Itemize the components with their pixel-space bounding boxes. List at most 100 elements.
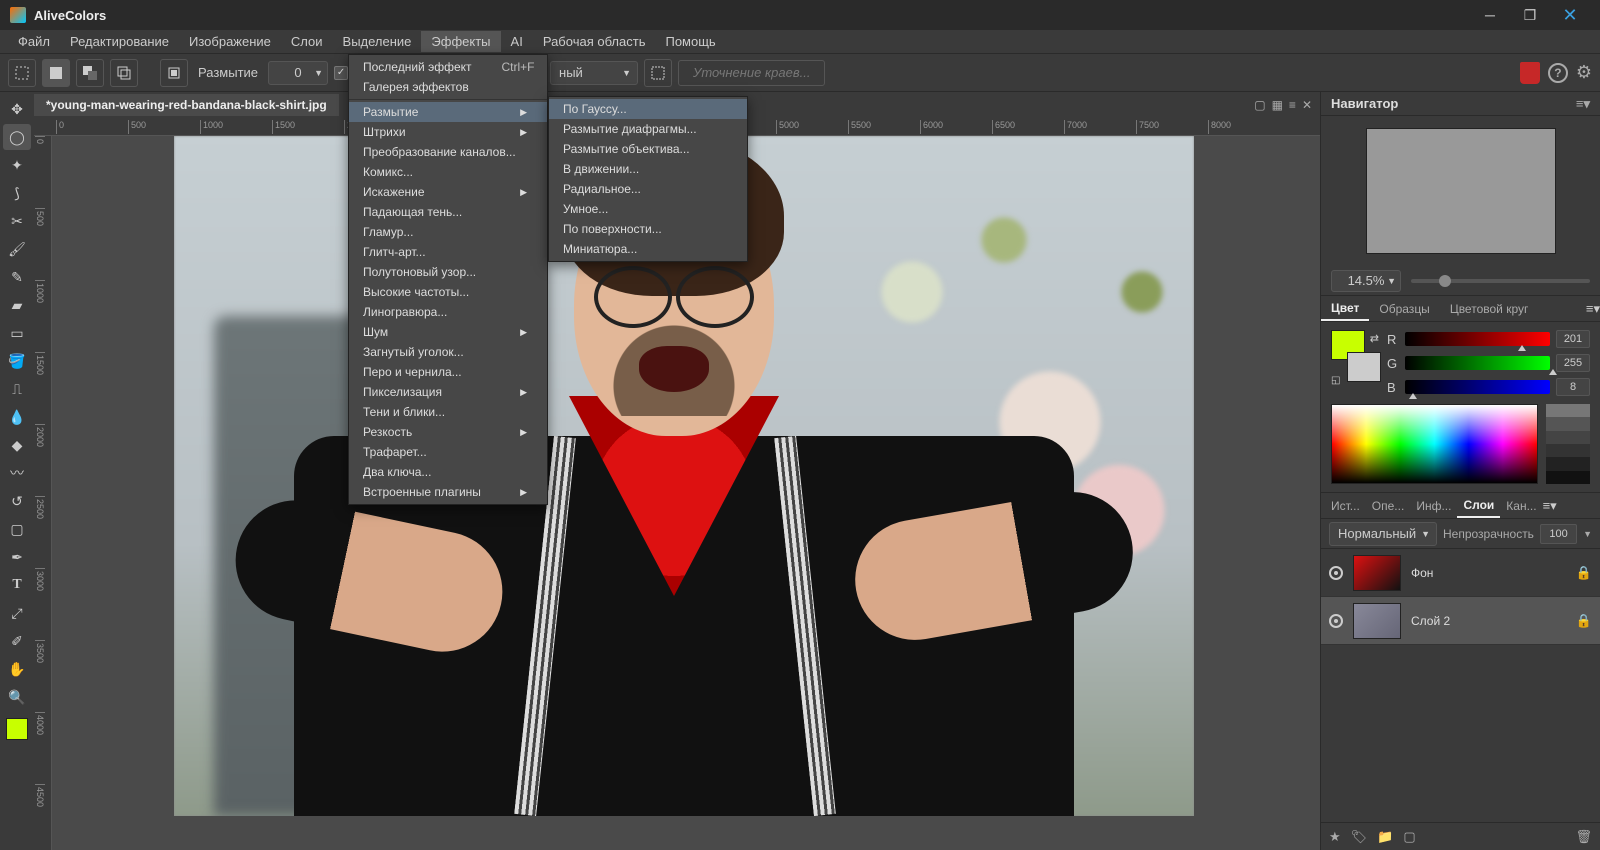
menu-помощь[interactable]: Помощь xyxy=(655,31,725,52)
pencil-tool-icon[interactable]: ✎ xyxy=(3,264,31,290)
menu-item[interactable]: Перо и чернила... xyxy=(349,362,547,382)
menu-item[interactable]: Гламур... xyxy=(349,222,547,242)
doc-view-list-icon[interactable]: ≡ xyxy=(1289,98,1296,112)
layer-visibility-icon[interactable] xyxy=(1329,614,1343,628)
menu-item[interactable]: Линогравюра... xyxy=(349,302,547,322)
bucket-tool-icon[interactable]: 🪣 xyxy=(3,348,31,374)
menu-item[interactable]: Глитч-арт... xyxy=(349,242,547,262)
default-colors-icon[interactable]: ◱ xyxy=(1331,375,1340,386)
panel-menu-icon[interactable]: ≡▾ xyxy=(1543,498,1557,514)
color-spectrum[interactable] xyxy=(1331,404,1538,484)
menu-item[interactable]: Падающая тень... xyxy=(349,202,547,222)
gradient-tool-icon[interactable]: ▭ xyxy=(3,320,31,346)
layer-new-icon[interactable]: ▢ xyxy=(1403,829,1415,845)
zoom-value-field[interactable]: 14.5%▼ xyxy=(1331,270,1401,292)
menu-item[interactable]: Искажение▶ xyxy=(349,182,547,202)
lock-icon[interactable]: 🔒 xyxy=(1576,613,1592,629)
menu-выделение[interactable]: Выделение xyxy=(333,31,422,52)
doc-view-grid-icon[interactable]: ▦ xyxy=(1272,98,1283,112)
zoom-tool-icon[interactable]: 🔍 xyxy=(3,684,31,710)
window-maximize-button[interactable]: ❐ xyxy=(1510,0,1550,30)
layers-tab[interactable]: Кан... xyxy=(1500,495,1542,517)
menu-эффекты[interactable]: Эффекты xyxy=(421,31,500,52)
checkbox-option[interactable]: ✓ xyxy=(334,66,348,80)
selection-subtract-icon[interactable] xyxy=(76,59,104,87)
menu-item[interactable]: Последний эффектCtrl+F xyxy=(349,57,547,77)
color-tab[interactable]: Цвет xyxy=(1321,297,1369,321)
swap-colors-icon[interactable]: ⇄ xyxy=(1370,332,1379,345)
blend-mode-dropdown[interactable]: Нормальный▼ xyxy=(1329,522,1437,546)
layer-row[interactable]: Слой 2🔒 xyxy=(1321,597,1600,645)
layer-tag-icon[interactable]: 🏷 xyxy=(1351,829,1368,845)
settings-gear-icon[interactable]: ⚙ xyxy=(1576,62,1592,83)
document-tab[interactable]: *young-man-wearing-red-bandana-black-shi… xyxy=(34,94,339,116)
selection-new-icon[interactable] xyxy=(8,59,36,87)
selection-add-icon[interactable] xyxy=(42,59,70,87)
menu-item[interactable]: Размытие▶ xyxy=(349,102,547,122)
layer-folder-icon[interactable]: 📁 xyxy=(1377,829,1393,845)
selection-intersect-icon[interactable] xyxy=(110,59,138,87)
doc-close-icon[interactable]: ✕ xyxy=(1302,98,1312,112)
color-tab[interactable]: Цветовой круг xyxy=(1440,298,1539,320)
menu-рабочая область[interactable]: Рабочая область xyxy=(533,31,656,52)
menu-item[interactable]: Умное... xyxy=(549,199,747,219)
menu-item[interactable]: Трафарет... xyxy=(349,442,547,462)
layers-tab[interactable]: Ист... xyxy=(1325,495,1366,517)
magic-wand-tool-icon[interactable]: ✦ xyxy=(3,152,31,178)
opacity-value[interactable]: 100 xyxy=(1540,524,1577,544)
menu-item[interactable]: Галерея эффектов xyxy=(349,77,547,97)
menu-редактирование[interactable]: Редактирование xyxy=(60,31,179,52)
navigator-preview[interactable] xyxy=(1321,116,1600,266)
menu-item[interactable]: Преобразование каналов... xyxy=(349,142,547,162)
eraser-tool-icon[interactable]: ▰ xyxy=(3,292,31,318)
selection-mode-icon[interactable] xyxy=(160,59,188,87)
menu-item[interactable]: По Гауссу... xyxy=(549,99,747,119)
menu-item[interactable]: Два ключа... xyxy=(349,462,547,482)
menu-item[interactable]: Штрихи▶ xyxy=(349,122,547,142)
pen-tool-icon[interactable]: ✒ xyxy=(3,544,31,570)
layers-tab[interactable]: Слои xyxy=(1457,494,1500,518)
history-brush-icon[interactable]: ↺ xyxy=(3,488,31,514)
window-close-button[interactable]: ✕ xyxy=(1550,0,1590,30)
window-minimize-button[interactable]: ─ xyxy=(1470,0,1510,30)
menu-item[interactable]: Резкость▶ xyxy=(349,422,547,442)
selection-tool-icon[interactable]: ◯ xyxy=(3,124,31,150)
sharpen-tool-icon[interactable]: ◆ xyxy=(3,432,31,458)
eyedropper-tool-icon[interactable]: ⤢ xyxy=(3,600,31,626)
menu-item[interactable]: Высокие частоты... xyxy=(349,282,547,302)
hand-tool-icon[interactable]: ✋ xyxy=(3,656,31,682)
brush-tool-icon[interactable]: 🖌 xyxy=(3,236,31,262)
help-icon[interactable]: ? xyxy=(1548,63,1568,83)
layer-visibility-icon[interactable] xyxy=(1329,566,1343,580)
blur-value-field[interactable]: 0▼ xyxy=(268,61,328,85)
menu-item[interactable]: Миниатюра... xyxy=(549,239,747,259)
r-slider[interactable] xyxy=(1405,332,1550,346)
blur-submenu[interactable]: По Гауссу...Размытие диафрагмы...Размыти… xyxy=(548,96,748,262)
warning-badge-icon[interactable] xyxy=(1520,62,1540,84)
quickmask-icon[interactable] xyxy=(644,59,672,87)
menu-изображение[interactable]: Изображение xyxy=(179,31,281,52)
menu-item[interactable]: В движении... xyxy=(549,159,747,179)
menu-item[interactable]: Пикселизация▶ xyxy=(349,382,547,402)
menu-item[interactable]: Загнутый уголок... xyxy=(349,342,547,362)
move-tool-icon[interactable]: ✥ xyxy=(3,96,31,122)
layers-tab[interactable]: Инф... xyxy=(1410,495,1457,517)
effects-menu[interactable]: Последний эффектCtrl+FГалерея эффектов Ра… xyxy=(348,54,548,505)
background-swatch[interactable] xyxy=(1347,352,1381,382)
blur-tool-icon[interactable]: 💧 xyxy=(3,404,31,430)
layer-delete-icon[interactable]: 🗑 xyxy=(1575,829,1592,845)
b-slider[interactable] xyxy=(1405,380,1550,394)
crop-tool-icon[interactable]: ✂ xyxy=(3,208,31,234)
menu-item[interactable]: Шум▶ xyxy=(349,322,547,342)
menu-ai[interactable]: AI xyxy=(501,31,533,52)
menu-item[interactable]: Радиальное... xyxy=(549,179,747,199)
foreground-color-chip[interactable] xyxy=(6,718,28,740)
menu-item[interactable]: Полутоновый узор... xyxy=(349,262,547,282)
menu-слои[interactable]: Слои xyxy=(281,31,333,52)
g-slider[interactable] xyxy=(1405,356,1550,370)
menu-item[interactable]: Размытие объектива... xyxy=(549,139,747,159)
lasso-tool-icon[interactable]: ⟆ xyxy=(3,180,31,206)
menu-item[interactable]: Тени и блики... xyxy=(349,402,547,422)
panel-menu-icon[interactable]: ≡▾ xyxy=(1586,301,1600,317)
menu-файл[interactable]: Файл xyxy=(8,31,60,52)
